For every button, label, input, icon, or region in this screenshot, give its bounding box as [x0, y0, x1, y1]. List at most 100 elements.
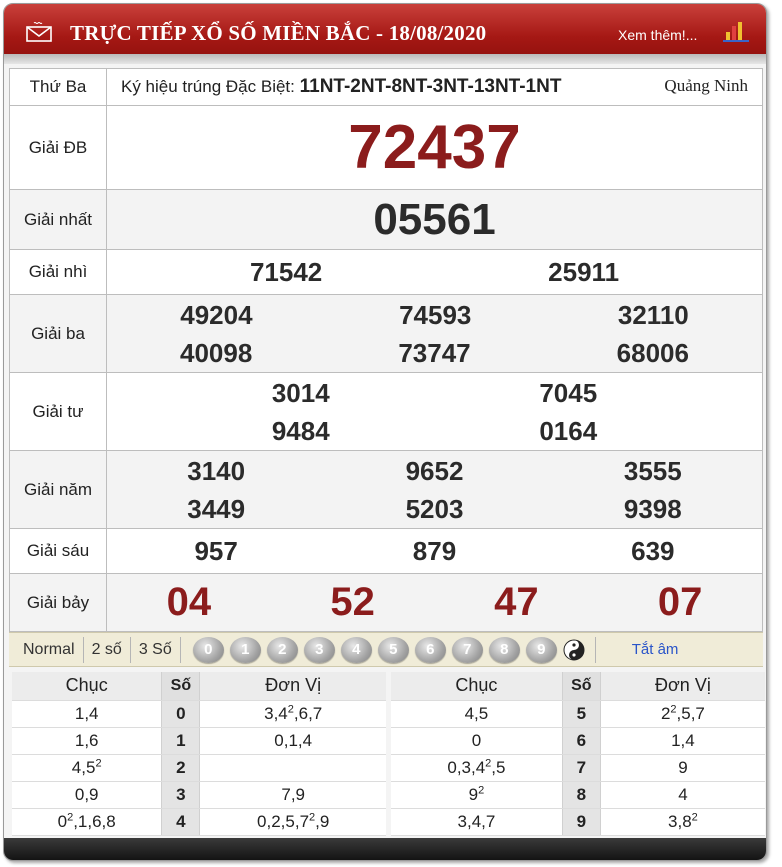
day-cell: Thứ Ba	[9, 68, 107, 106]
prize-g3-number: 73747	[398, 337, 471, 368]
loto-row: 0,3,42,5 7 9	[391, 754, 765, 782]
footer-bar	[4, 838, 766, 860]
prize-g3-number: 74593	[399, 299, 472, 330]
prize-label-g2: Giải nhì	[9, 249, 107, 295]
prize-label-g5: Giải năm	[9, 450, 107, 529]
digit-ball-9[interactable]: 9	[525, 636, 557, 663]
prize-g4-number: 7045	[539, 377, 598, 408]
loto-donvi-cell: 7,9	[199, 781, 386, 809]
kyhieu-label: Ký hiệu trúng Đặc Biệt:	[121, 77, 295, 96]
loto-table-left: Chục Số Đơn Vị 1,4 0 3,42,6,7 1,6 1 0,1,4 4,52 2 0,…	[12, 672, 386, 836]
prize-g6-cell: 957 879 639	[106, 528, 763, 574]
prize-label-g7: Giải bảy	[9, 573, 107, 632]
bar-chart-icon[interactable]	[722, 20, 750, 42]
prize-g7-number: 07	[657, 580, 703, 624]
digit-ball-3[interactable]: 3	[303, 636, 335, 663]
loto-row: 1,6 1 0,1,4	[12, 727, 386, 755]
prize-label-g3: Giải ba	[9, 294, 107, 373]
prize-g3-number: 40098	[180, 337, 253, 368]
loto-row: 4,5 5 22,5,7	[391, 700, 765, 728]
loto-header-so: Số	[561, 672, 601, 701]
digit-ball-6[interactable]: 6	[414, 636, 446, 663]
prize-g3-number: 68006	[616, 337, 689, 368]
loto-donvi-cell: 0,2,5,72,9	[199, 808, 386, 836]
loto-donvi-cell: 0,1,4	[199, 727, 386, 755]
loto-chuc-cell: 0,3,42,5	[391, 754, 563, 782]
loto-so-cell: 1	[161, 727, 201, 755]
loto-so-cell: 6	[561, 727, 601, 755]
normal-option[interactable]: Normal	[9, 636, 84, 663]
digit-ball-4[interactable]: 4	[340, 636, 372, 663]
prize-label-g4: Giải tư	[9, 372, 107, 451]
digit-ball-8[interactable]: 8	[488, 636, 520, 663]
prize-g7-number: 47	[494, 580, 539, 624]
province: Quảng Ninh	[664, 76, 748, 95]
digit-ball-2[interactable]: 2	[266, 636, 298, 663]
prize-g5-number: 5203	[405, 493, 464, 524]
prize-g6-number: 957	[194, 535, 238, 566]
prize-g5-number: 3449	[187, 493, 246, 524]
kyhieu-value: 11NT-2NT-8NT-3NT-13NT-1NT	[299, 76, 562, 97]
loto-chuc-cell: 1,4	[12, 700, 162, 728]
prize-label-g1: Giải nhất	[9, 189, 107, 250]
more-link[interactable]: Xem thêm!...	[618, 27, 697, 43]
prize-g3-number: 32110	[617, 299, 689, 330]
loto-chuc-cell: 4,52	[12, 754, 162, 782]
loto-donvi-cell	[199, 754, 386, 782]
two-digit-option[interactable]: 2 số	[84, 636, 131, 663]
loto-chuc-cell: 0,9	[12, 781, 162, 809]
prize-g1-cell: 05561	[106, 189, 763, 250]
loto-row: 02,1,6,8 4 0,2,5,72,9	[12, 808, 386, 836]
prize-g5-cell: 3140 9652 3555 3449 5203 9398	[106, 450, 763, 529]
loto-donvi-cell: 9	[600, 754, 765, 782]
prize-g1-number: 05561	[373, 194, 496, 244]
prize-label-db: Giải ĐB	[9, 105, 107, 190]
loto-row: 0,9 3 7,9	[12, 781, 386, 809]
loto-donvi-cell: 1,4	[600, 727, 765, 755]
loto-row: 3,4,7 9 3,82	[391, 808, 765, 836]
yin-yang-icon[interactable]	[563, 639, 585, 661]
loto-so-cell: 3	[161, 781, 201, 809]
loto-donvi-cell: 4	[600, 781, 765, 809]
prize-g5-number: 3555	[623, 455, 682, 486]
loto-so-cell: 2	[161, 754, 201, 782]
prize-g5-number: 3140	[187, 455, 246, 486]
loto-so-cell: 5	[561, 700, 601, 728]
prize-g4-number: 3014	[271, 377, 330, 408]
prize-db-number: 72437	[348, 113, 521, 182]
loto-so-cell: 7	[561, 754, 601, 782]
loto-chuc-cell: 92	[391, 781, 563, 809]
header-bar: TRỰC TIẾP XỔ SỐ MIỀN BẮC - 18/08/2020 Xe…	[4, 4, 766, 64]
prize-g7-number: 04	[166, 580, 212, 624]
loto-chuc-cell: 4,5	[391, 700, 563, 728]
loto-donvi-cell: 3,42,6,7	[199, 700, 386, 728]
three-digit-option[interactable]: 3 Số	[131, 636, 181, 663]
mute-button[interactable]: Tắt âm	[632, 641, 679, 658]
loto-row: 0 6 1,4	[391, 727, 765, 755]
loto-chuc-cell: 1,6	[12, 727, 162, 755]
loto-row: 92 8 4	[391, 781, 765, 809]
loto-so-cell: 0	[161, 700, 201, 728]
loto-table-right: Chục Số Đơn Vị 4,5 5 22,5,7 0 6 1,4 0,3,42,5 7 9 92 8…	[391, 672, 765, 836]
prize-g7-cell: 04 52 47 07	[106, 573, 763, 632]
digit-ball-1[interactable]: 1	[229, 636, 261, 663]
special-code-cell: Ký hiệu trúng Đặc Biệt: 11NT-2NT-8NT-3NT…	[106, 68, 763, 106]
prize-g3-cell: 49204 74593 32110 40098 73747 68006	[106, 294, 763, 373]
loto-header-donvi: Đơn Vị	[600, 672, 765, 701]
loto-so-cell: 4	[161, 808, 201, 836]
digit-ball-7[interactable]: 7	[451, 636, 483, 663]
loto-chuc-cell: 3,4,7	[391, 808, 563, 836]
prize-g3-number: 49204	[180, 299, 253, 330]
prize-label-g6: Giải sáu	[9, 528, 107, 574]
lottery-result-widget: TRỰC TIẾP XỔ SỐ MIỀN BẮC - 18/08/2020 Xe…	[3, 3, 767, 861]
loto-so-cell: 9	[561, 808, 601, 836]
prize-g2-number: 25911	[548, 256, 620, 287]
loto-header-donvi: Đơn Vị	[199, 672, 386, 701]
header-band	[4, 54, 766, 64]
loto-chuc-cell: 02,1,6,8	[12, 808, 162, 836]
prize-g4-number: 9484	[271, 415, 330, 446]
prize-g4-cell: 3014 7045 9484 0164	[106, 372, 763, 451]
digit-ball-0[interactable]: 0	[192, 636, 224, 663]
prize-g6-number: 639	[631, 535, 675, 566]
digit-ball-5[interactable]: 5	[377, 636, 409, 663]
